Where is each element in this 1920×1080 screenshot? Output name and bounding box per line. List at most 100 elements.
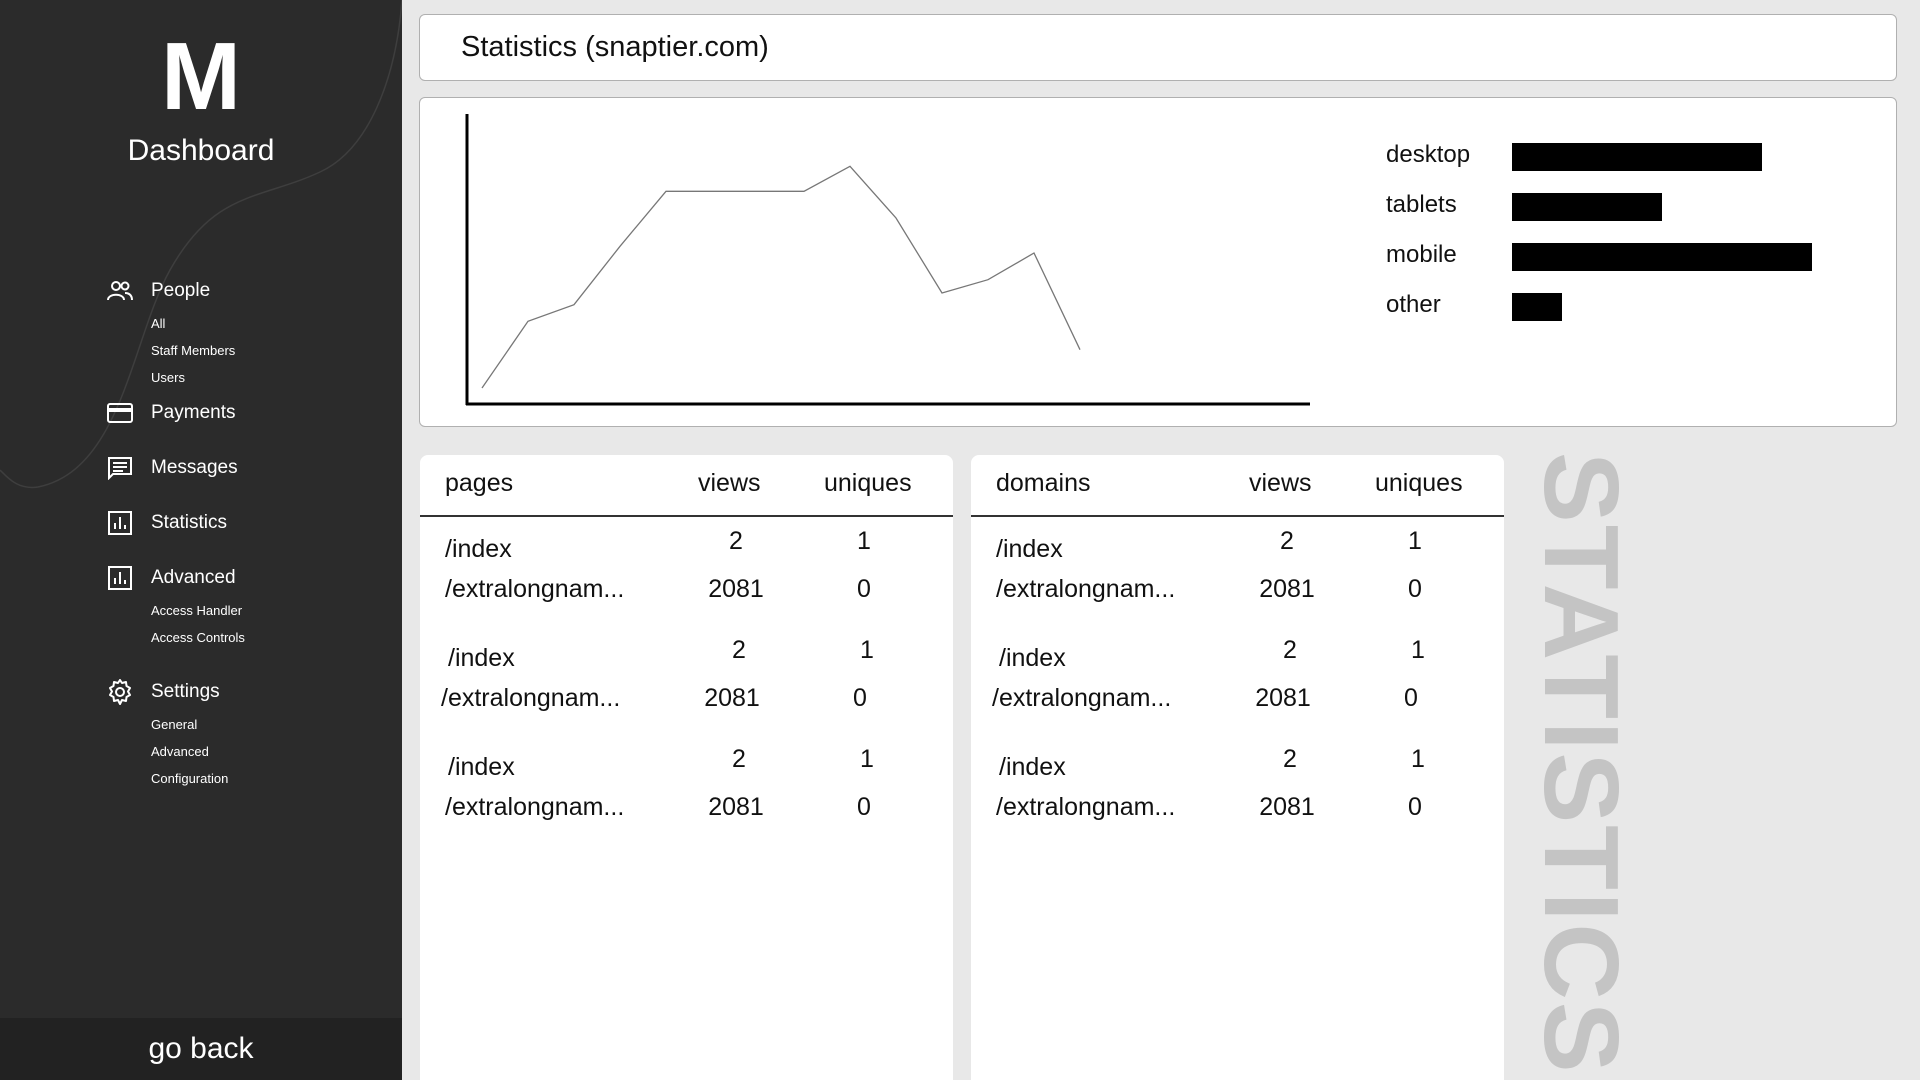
bar-other <box>1512 293 1562 321</box>
sidebar-item-advanced[interactable]: Advanced <box>106 563 396 593</box>
uniques-count: 0 <box>1404 684 1418 712</box>
domain-path: /extralongnam... <box>996 575 1176 603</box>
table-row[interactable]: /index 2 1 <box>420 626 953 680</box>
views-count: 2081 <box>1255 684 1311 712</box>
sidebar-item-messages[interactable]: Messages <box>106 453 396 483</box>
table-row[interactable]: /extralongnam... 2081 0 <box>971 789 1504 844</box>
table-row[interactable]: /extralongnam... 2081 0 <box>420 789 953 844</box>
uniques-count: 1 <box>1411 745 1425 773</box>
sidebar-subitem-general[interactable]: General <box>151 711 396 738</box>
views-count: 2 <box>1283 636 1297 664</box>
sidebar-item-people[interactable]: People <box>106 276 396 306</box>
table-row[interactable]: /extralongnam... 2081 0 <box>420 571 953 626</box>
domain-path: /extralongnam... <box>996 793 1176 821</box>
column-header-domains[interactable]: domains <box>996 469 1091 498</box>
uniques-count: 1 <box>857 527 871 555</box>
views-count: 2 <box>732 745 746 773</box>
pages-table: pages views uniques /index 2 1 /extralon… <box>420 455 953 1080</box>
sidebar-item-label: Statistics <box>151 512 228 533</box>
sidebar-subitem-access-handler[interactable]: Access Handler <box>151 597 396 624</box>
views-count: 2 <box>729 527 743 555</box>
bar-tablets <box>1512 193 1662 221</box>
sidebar-item-payments[interactable]: Payments <box>106 398 396 428</box>
column-header-uniques[interactable]: uniques <box>1375 469 1463 498</box>
page-path: /extralongnam... <box>445 793 625 821</box>
bar-row-mobile: mobile <box>1386 240 1846 290</box>
domain-path: /index <box>996 535 1063 563</box>
page-header: Statistics (snaptier.com) <box>419 14 1897 81</box>
column-header-uniques[interactable]: uniques <box>824 469 912 498</box>
credit-card-icon <box>106 401 134 425</box>
table-row[interactable]: /index 2 1 <box>971 626 1504 680</box>
sidebar-item-statistics[interactable]: Statistics <box>106 508 396 538</box>
uniques-count: 0 <box>1408 793 1422 821</box>
app-title: Dashboard <box>127 134 275 167</box>
table-row[interactable]: /extralongnam... 2081 0 <box>420 680 953 735</box>
nav-group-people: People All Staff Members Users <box>106 276 396 391</box>
go-back-button[interactable]: go back <box>0 1018 402 1080</box>
table-row[interactable]: /index 2 1 <box>971 735 1504 789</box>
sidebar-item-label: Settings <box>151 681 220 702</box>
uniques-count: 0 <box>1408 575 1422 603</box>
views-count: 2 <box>732 636 746 664</box>
bar-row-desktop: desktop <box>1386 140 1846 190</box>
sidebar-item-label: Messages <box>151 457 238 478</box>
views-count: 2081 <box>1259 575 1315 603</box>
column-header-views[interactable]: views <box>1249 469 1312 498</box>
people-icon <box>106 279 134 303</box>
bar-row-tablets: tablets <box>1386 190 1846 240</box>
uniques-count: 0 <box>857 575 871 603</box>
nav-group-advanced: Advanced Access Handler Access Controls <box>106 563 396 651</box>
bar-chart-icon <box>106 511 134 535</box>
domains-table: domains views uniques /index 2 1 /extral… <box>971 455 1504 1080</box>
table-row[interactable]: /extralongnam... 2081 0 <box>971 571 1504 626</box>
watermark-text: STATISTICS <box>1522 452 1640 1075</box>
bar-label-tablets: tablets <box>1386 191 1457 218</box>
nav-group-payments: Payments <box>106 398 396 428</box>
sidebar-item-label: Advanced <box>151 567 236 588</box>
gear-icon <box>106 679 134 705</box>
statistics-watermark: STATISTICS <box>1522 452 1640 1075</box>
table-row[interactable]: /index 2 1 <box>420 517 953 571</box>
bar-desktop <box>1512 143 1762 171</box>
line-series-path <box>481 165 1081 389</box>
uniques-count: 0 <box>857 793 871 821</box>
bar-label-desktop: desktop <box>1386 141 1471 168</box>
nav-group-messages: Messages <box>106 453 396 483</box>
column-header-pages[interactable]: pages <box>445 469 513 498</box>
views-count: 2081 <box>708 575 764 603</box>
uniques-count: 1 <box>860 745 874 773</box>
sidebar-subitem-users[interactable]: Users <box>151 364 396 391</box>
sidebar-subitem-all[interactable]: All <box>151 310 396 337</box>
column-header-views[interactable]: views <box>698 469 761 498</box>
sidebar-item-settings[interactable]: Settings <box>106 677 396 707</box>
page-path: /index <box>448 753 515 781</box>
sidebar-item-label: People <box>151 280 211 301</box>
sidebar-subitem-access-controls[interactable]: Access Controls <box>151 624 396 651</box>
bar-label-other: other <box>1386 291 1441 318</box>
uniques-count: 1 <box>1408 527 1422 555</box>
statistics-chart-card: desktop tablets mobile other <box>419 97 1897 427</box>
table-header: domains views uniques <box>971 455 1504 517</box>
sidebar-item-label: Payments <box>151 402 236 423</box>
advanced-submenu: Access Handler Access Controls <box>151 597 396 651</box>
logo: M <box>161 23 241 130</box>
settings-submenu: General Advanced Configuration <box>151 711 396 792</box>
sidebar-subitem-configuration[interactable]: Configuration <box>151 765 396 792</box>
views-count: 2 <box>1280 527 1294 555</box>
sidebar: M Dashboard People All Staff Members Use… <box>0 0 402 1080</box>
bar-label-mobile: mobile <box>1386 241 1457 268</box>
message-icon <box>106 456 134 480</box>
line-chart <box>465 114 1310 406</box>
page-path: /extralongnam... <box>441 684 621 712</box>
table-row[interactable]: /extralongnam... 2081 0 <box>971 680 1504 735</box>
table-row[interactable]: /index 2 1 <box>420 735 953 789</box>
page-path: /extralongnam... <box>445 575 625 603</box>
sidebar-subitem-staff-members[interactable]: Staff Members <box>151 337 396 364</box>
uniques-count: 1 <box>860 636 874 664</box>
page-title: Statistics (snaptier.com) <box>461 31 769 63</box>
views-count: 2 <box>1283 745 1297 773</box>
nav-group-settings: Settings General Advanced Configuration <box>106 677 396 792</box>
table-row[interactable]: /index 2 1 <box>971 517 1504 571</box>
sidebar-subitem-advanced[interactable]: Advanced <box>151 738 396 765</box>
